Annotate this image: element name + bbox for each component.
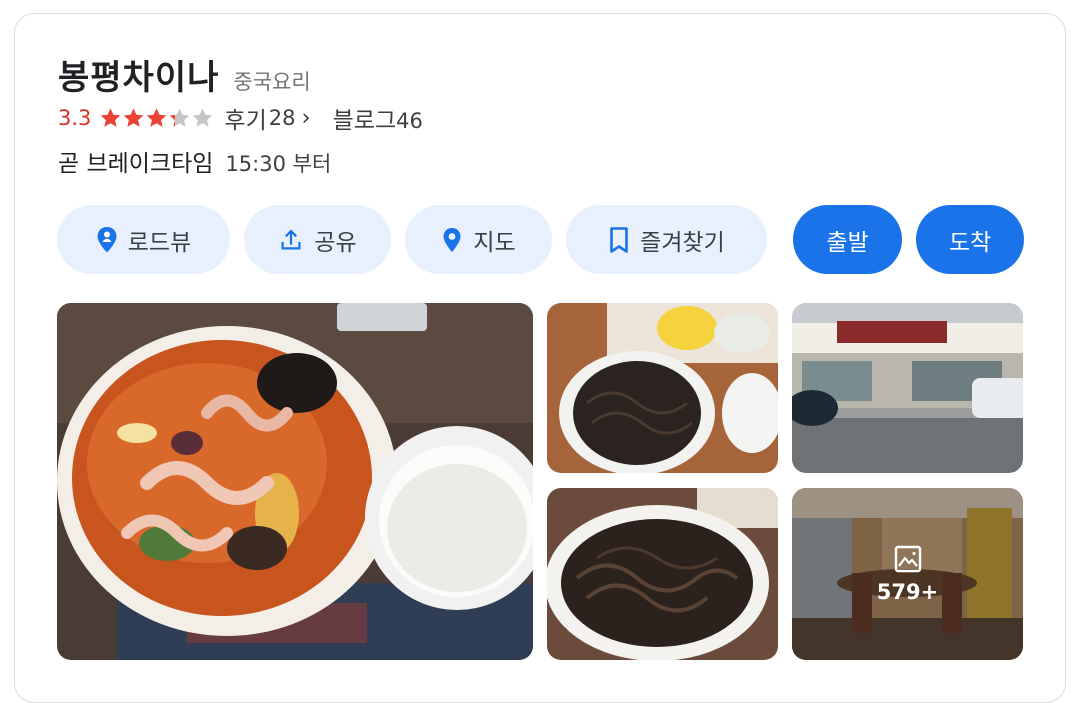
star-icon bbox=[191, 107, 214, 129]
star-icon bbox=[145, 107, 168, 129]
bookmark-button[interactable]: 즐겨찾기 bbox=[566, 205, 767, 274]
map-pin-icon bbox=[441, 226, 463, 254]
review-link[interactable]: 후기 28 › bbox=[224, 101, 332, 135]
star-icon bbox=[122, 107, 145, 129]
fried-noodle-photo[interactable] bbox=[547, 488, 778, 660]
review-count: 28 bbox=[268, 106, 296, 130]
share-icon bbox=[278, 227, 304, 253]
review-label: 후기 bbox=[224, 108, 267, 134]
interior-photo[interactable]: 579+ bbox=[792, 488, 1023, 660]
hours-row: 곧 브레이크타임 15:30 부터 bbox=[58, 144, 331, 178]
rating-row: 3.3 후기 28 › 블로그46 bbox=[58, 102, 423, 134]
place-category: 중국요리 bbox=[233, 70, 311, 94]
title-row: 봉평차이나 중국요리 bbox=[58, 50, 311, 99]
hours-status: 곧 브레이크타임 bbox=[58, 151, 214, 177]
rating-stars bbox=[99, 107, 214, 129]
share-button[interactable]: 공유 bbox=[244, 205, 391, 274]
roadview-label: 로드뷰 bbox=[127, 229, 192, 256]
depart-button[interactable]: 출발 bbox=[793, 205, 902, 274]
roadview-pin-icon bbox=[96, 226, 118, 254]
more-photos-overlay[interactable]: 579+ bbox=[792, 488, 1023, 660]
share-label: 공유 bbox=[314, 229, 357, 256]
place-name[interactable]: 봉평차이나 bbox=[58, 50, 219, 99]
blog-label: 블로그 bbox=[332, 108, 397, 134]
bookmark-icon bbox=[608, 226, 630, 254]
arrive-label: 도착 bbox=[948, 229, 992, 256]
bookmark-label: 즐겨찾기 bbox=[640, 229, 725, 256]
storefront-photo[interactable] bbox=[792, 303, 1023, 473]
blog-link[interactable]: 블로그46 bbox=[333, 101, 423, 135]
blog-count: 46 bbox=[396, 109, 423, 133]
jjajangmyeon-photo[interactable] bbox=[547, 303, 778, 473]
map-button[interactable]: 지도 bbox=[405, 205, 552, 274]
arrive-button[interactable]: 도착 bbox=[916, 205, 1024, 274]
map-label: 지도 bbox=[473, 229, 516, 256]
gallery-icon bbox=[893, 544, 923, 574]
roadview-button[interactable]: 로드뷰 bbox=[57, 205, 230, 274]
jjamppong-photo[interactable] bbox=[57, 303, 533, 660]
star-icon bbox=[99, 107, 122, 129]
star-icon bbox=[168, 107, 191, 129]
chevron-right-icon: › bbox=[301, 105, 311, 131]
more-photos-count: 579+ bbox=[876, 580, 939, 604]
hours-time: 15:30 부터 bbox=[225, 152, 332, 176]
rating-value: 3.3 bbox=[58, 106, 92, 130]
depart-label: 출발 bbox=[826, 229, 869, 256]
